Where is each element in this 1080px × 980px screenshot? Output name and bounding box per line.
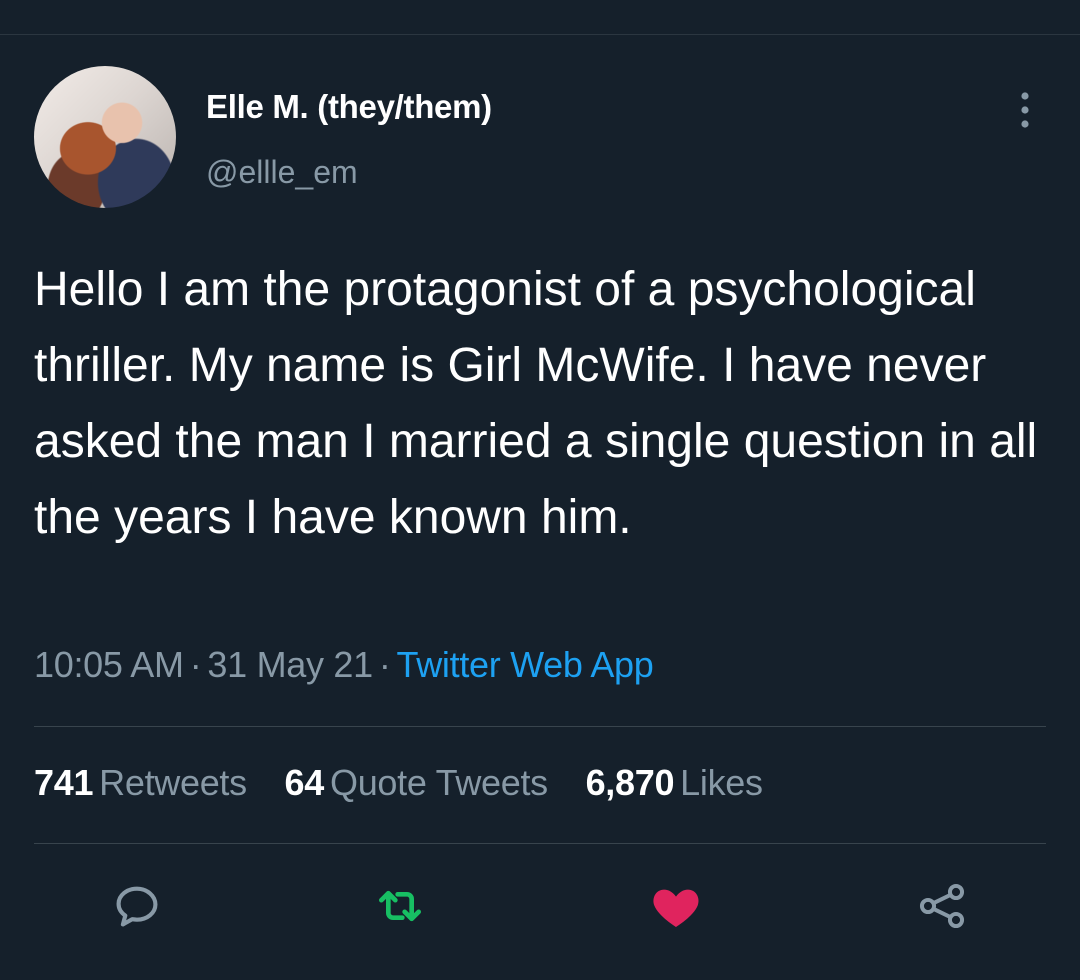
reply-icon <box>116 886 158 927</box>
quote-tweets-count: 64 <box>284 762 325 803</box>
likes-count: 6,870 <box>585 762 675 803</box>
retweets-stat[interactable]: 741 Retweets <box>34 762 247 803</box>
share-button[interactable] <box>912 876 972 936</box>
retweet-icon <box>379 890 421 922</box>
reply-button[interactable] <box>107 876 167 936</box>
tweet-text: Hello I am the protagonist of a psycholo… <box>34 263 1038 544</box>
divider <box>34 726 1046 727</box>
divider <box>34 843 1046 844</box>
retweet-button[interactable] <box>370 876 430 936</box>
user-handle[interactable]: @ellle_em <box>206 154 358 191</box>
avatar[interactable] <box>34 66 176 208</box>
tweet-source-link[interactable]: Twitter Web App <box>397 644 654 685</box>
retweets-label: Retweets <box>99 762 247 803</box>
more-options-icon[interactable] <box>1014 90 1036 130</box>
tweet-date[interactable]: 31 May 21 <box>207 644 373 685</box>
heart-icon <box>653 889 699 927</box>
quote-tweets-stat[interactable]: 64 Quote Tweets <box>284 762 549 803</box>
tweet-time[interactable]: 10:05 AM <box>34 644 184 685</box>
tweet-meta: 10:05 AM · 31 May 21 · Twitter Web App <box>34 644 654 686</box>
meta-separator: · <box>189 644 202 685</box>
share-icon <box>919 883 965 929</box>
retweets-count: 741 <box>34 762 94 803</box>
tweet-stats: 741 Retweets 64 Quote Tweets 6,870 Likes <box>34 762 791 804</box>
likes-label: Likes <box>680 762 763 803</box>
like-button[interactable] <box>646 876 706 936</box>
display-name[interactable]: Elle M. (they/them) <box>206 88 492 126</box>
top-divider <box>0 34 1080 35</box>
quote-tweets-label: Quote Tweets <box>330 762 548 803</box>
likes-stat[interactable]: 6,870 Likes <box>586 762 763 803</box>
meta-separator: · <box>378 644 391 685</box>
